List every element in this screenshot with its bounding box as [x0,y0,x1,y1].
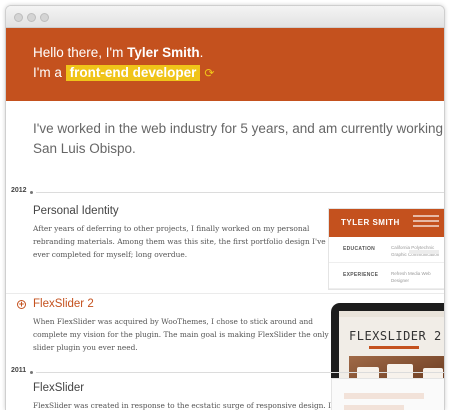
row-value: Refresh Media Web Designer [391,271,431,283]
row-label: EXPERIENCE [343,272,379,278]
entry-description: When FlexSlider was acquired by WooTheme… [33,317,329,352]
window-titlebar [6,6,444,28]
thumbnail-row: EXPERIENCE Refresh Media Web Designer [329,263,444,289]
row-label: EDUCATION [343,246,376,252]
role-prefix: I'm a [33,65,66,80]
timeline-divider [36,372,444,373]
screen-stripe [339,311,444,317]
greeting-suffix: . [199,45,204,60]
screen-subtitle-bar [369,346,419,349]
intro-text: I've worked in the web industry for 5 ye… [33,119,445,159]
row-bar [409,250,439,254]
maximize-window-button[interactable] [40,13,49,22]
year-label: 2012 [11,187,27,194]
intro-line-1: I've worked in the web industry for 5 ye… [33,121,445,136]
author-name: Tyler Smith [127,45,200,60]
role-highlight[interactable]: front-end developer [65,65,201,81]
year-label: 2011 [11,367,27,374]
intro-line-2: San Luis Obispo. [33,141,136,156]
entry-divider [6,293,444,294]
flexslider-thumbnail[interactable] [331,378,444,410]
personal-identity-thumbnail[interactable]: TYLER SMITH EDUCATION California Polytec… [328,208,444,290]
entry-description: After years of deferring to other projec… [33,224,326,259]
refresh-icon[interactable]: ⟳ [204,66,214,80]
timeline-dot [30,191,33,194]
screen-title: FLEXSLIDER 2 [349,329,442,343]
thumbnail-bar [344,393,424,399]
thumbnail-row: EDUCATION California Polytechnic Graphic… [329,237,444,263]
browser-window: Hello there, I'm Tyler Smith. I'm a fron… [5,5,445,410]
timeline-entry-flexslider-2[interactable]: FlexSlider 2 When FlexSlider was acquire… [33,298,333,354]
entry-title[interactable]: FlexSlider [33,382,333,394]
timeline-year-2012: 2012 [6,187,444,199]
thumbnail-bar [344,405,404,410]
minimize-window-button[interactable] [27,13,36,22]
role-line: I'm a front-end developer ⟳ [33,63,444,83]
hero-banner: Hello there, I'm Tyler Smith. I'm a fron… [6,28,444,101]
timeline-entry-personal-identity[interactable]: Personal Identity After years of deferri… [33,205,333,261]
contact-lines [413,215,439,230]
entry-title[interactable]: FlexSlider 2 [33,298,333,310]
greeting-prefix: Hello there, I'm [33,45,128,60]
entry-title[interactable]: Personal Identity [33,205,333,217]
greeting-line: Hello there, I'm Tyler Smith. [33,43,444,63]
close-window-button[interactable] [14,13,23,22]
timeline-divider [36,192,444,193]
thumbnail-name: TYLER SMITH [341,218,400,227]
expand-plus-icon[interactable]: + [17,300,26,309]
thumbnail-header: TYLER SMITH [329,209,444,237]
timeline-entry-flexslider[interactable]: FlexSlider FlexSlider was created in res… [33,382,341,410]
entry-description: FlexSlider was created in response to th… [33,401,341,410]
timeline-dot [30,371,33,374]
